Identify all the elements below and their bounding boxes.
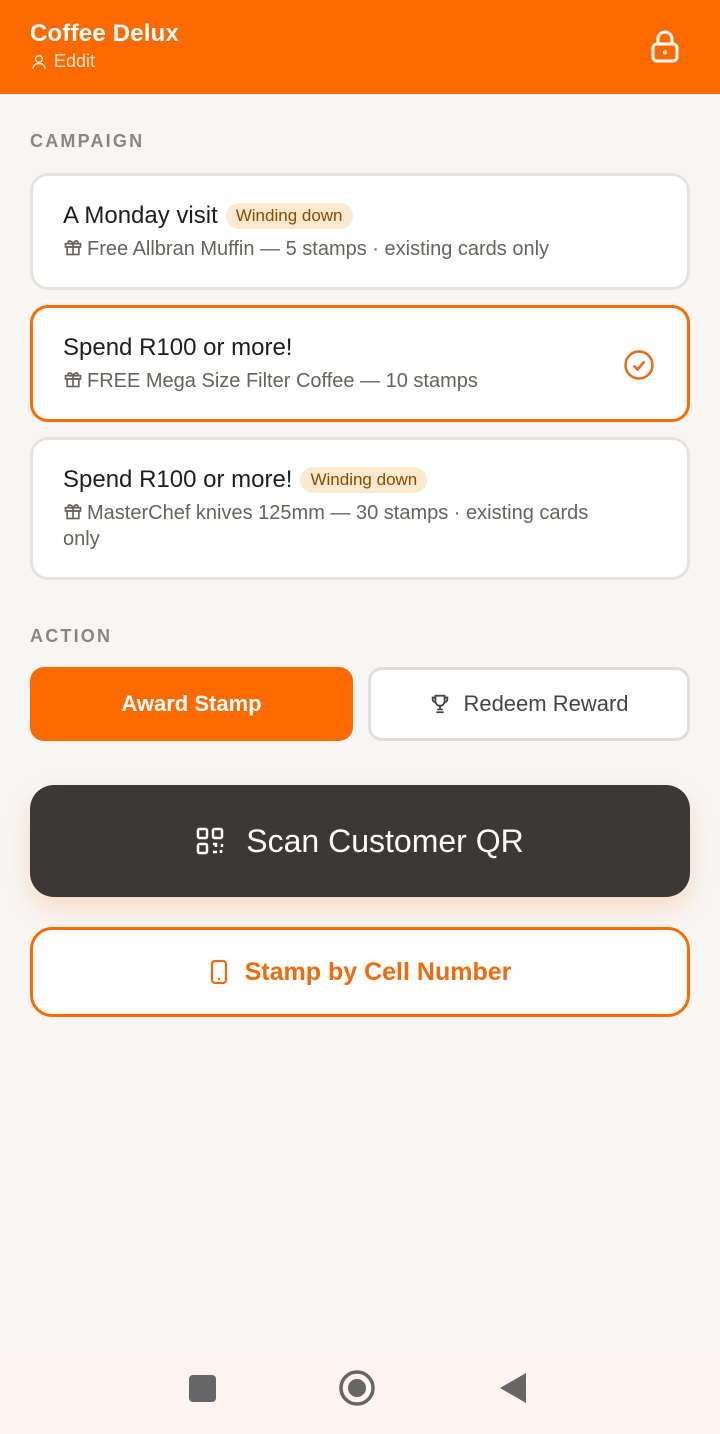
status-badge: Winding down (225, 203, 353, 229)
back-icon[interactable] (498, 1371, 528, 1405)
scan-customer-qr-button[interactable]: Scan Customer QR (30, 785, 690, 897)
system-nav-bar (0, 1347, 720, 1434)
campaign-detail: Free Allbran Muffin — 5 stamps · existin… (87, 238, 550, 260)
campaign-card-2[interactable]: Spend R100 or more! FREE Mega Size Filte… (30, 305, 690, 422)
lock-icon[interactable] (650, 30, 680, 64)
stamp-by-cell-button[interactable]: Stamp by Cell Number (30, 927, 690, 1017)
gift-icon (64, 240, 82, 256)
gift-icon (64, 372, 82, 388)
campaign-name: A Monday visit (63, 202, 218, 229)
qr-code-icon (197, 827, 224, 855)
stamp-by-cell-label: Stamp by Cell Number (244, 957, 512, 986)
redeem-reward-label: Redeem Reward (463, 691, 629, 716)
campaign-detail: FREE Mega Size Filter Coffee — 10 stamps (87, 370, 478, 392)
status-badge: Winding down (300, 467, 428, 493)
campaign-name: Spend R100 or more! (63, 466, 293, 493)
trophy-icon (432, 694, 449, 714)
scan-customer-qr-label: Scan Customer QR (246, 822, 524, 859)
user-icon (32, 54, 46, 69)
app-header: Coffee Delux Eddit (0, 0, 720, 94)
user-row: Eddit (30, 51, 95, 72)
check-circle-icon (624, 350, 654, 380)
phone-icon (210, 959, 227, 985)
action-section-label: ACTION (30, 626, 113, 646)
campaign-name: Spend R100 or more! (63, 334, 293, 361)
home-icon[interactable] (338, 1369, 376, 1407)
campaign-card-1[interactable]: A Monday visit Winding down Free Allbran… (30, 173, 690, 290)
campaign-detail: MasterChef knives 125mm — 30 stamps · ex… (63, 502, 589, 550)
redeem-reward-button[interactable]: Redeem Reward (368, 667, 690, 741)
campaign-card-3[interactable]: Spend R100 or more! Winding down MasterC… (30, 437, 690, 580)
campaign-section-label: CAMPAIGN (30, 131, 145, 151)
recents-icon[interactable] (189, 1375, 216, 1402)
app-title: Coffee Delux (30, 20, 180, 47)
award-stamp-button[interactable]: Award Stamp (30, 667, 353, 741)
gift-icon (64, 504, 82, 520)
award-stamp-label: Award Stamp (121, 691, 262, 716)
user-name: Eddit (54, 51, 96, 71)
